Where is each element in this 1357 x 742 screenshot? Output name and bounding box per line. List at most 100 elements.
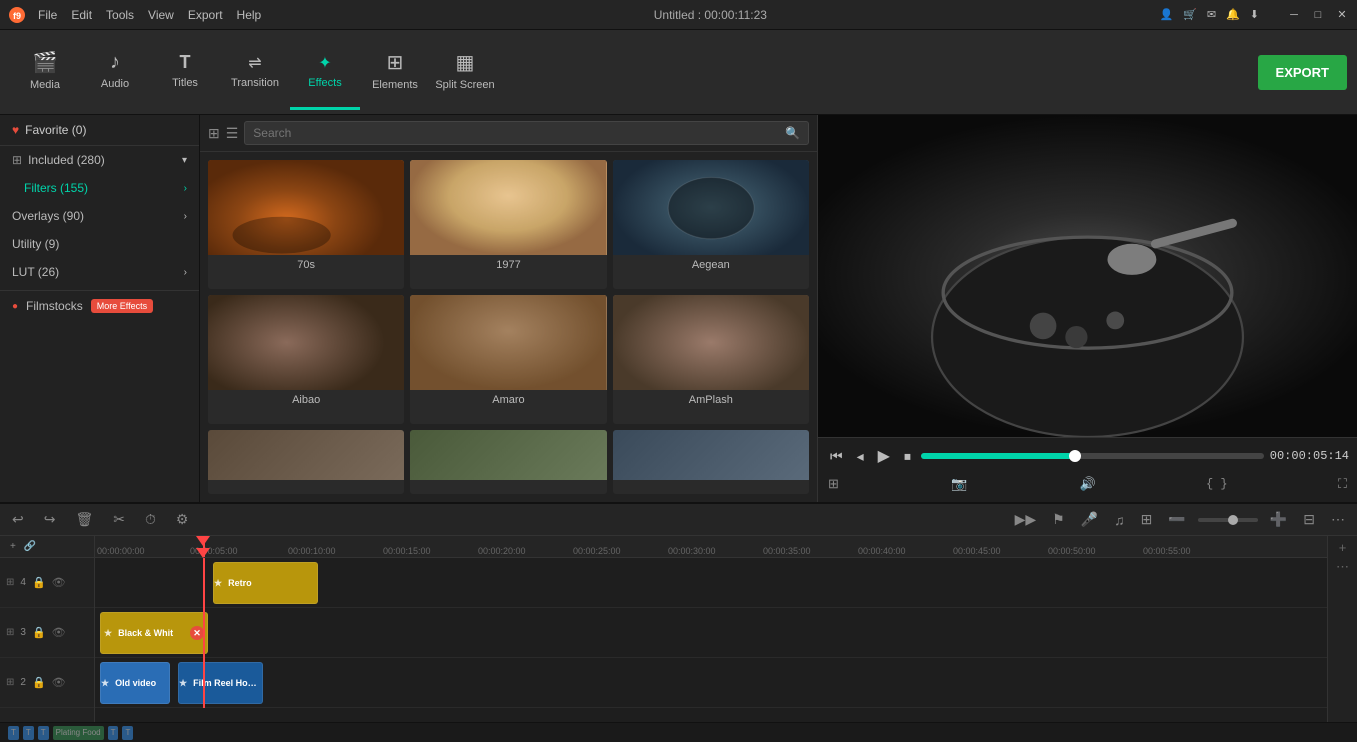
clip-filmreel[interactable]: ★ Film Reel Horiz... [178, 662, 263, 704]
preview-layout-button[interactable]: ⊞ [826, 474, 841, 494]
effect-card-amaro[interactable]: Amaro [410, 295, 606, 424]
stop-button[interactable]: ⏹ [900, 446, 915, 467]
strip-clip-t3[interactable]: T [38, 726, 49, 740]
grid-view-icon[interactable]: ⊞ [208, 125, 220, 142]
strip-clip-t5[interactable]: T [122, 726, 133, 740]
heart-icon: ♥ [12, 123, 19, 137]
timeline-main[interactable]: 00:00:00:00 00:00:05:00 00:00:10:00 00:0… [95, 536, 1327, 722]
clip-delete-button[interactable]: ✕ [190, 626, 204, 640]
clip-retro[interactable]: ★ Retro [213, 562, 318, 604]
toolbar-media[interactable]: 🎬 Media [10, 35, 80, 110]
menu-view[interactable]: View [148, 8, 174, 22]
minus-button[interactable]: ➖ [1164, 509, 1189, 530]
menu-edit[interactable]: Edit [71, 8, 92, 22]
redo-button[interactable]: ↪ [40, 509, 60, 530]
track-3-eye[interactable]: 👁 [52, 626, 66, 639]
effect-card-aibao[interactable]: Aibao [208, 295, 404, 424]
track-4-eye[interactable]: 👁 [52, 576, 66, 589]
screenshot-button[interactable]: 📷 [949, 474, 969, 494]
cut-button[interactable]: ✂ [109, 509, 129, 530]
effect-card-partial3[interactable] [613, 430, 809, 494]
menu-view-icon[interactable]: ☰ [226, 125, 239, 142]
chevron-right-icon2: › [184, 211, 187, 222]
track-2-eye[interactable]: 👁 [52, 676, 66, 689]
speed-button[interactable]: ▶▶ [1011, 509, 1041, 530]
export-button[interactable]: EXPORT [1258, 55, 1347, 90]
download-icon[interactable]: ⬇ [1250, 8, 1259, 21]
more-options-button[interactable]: ⋯ [1327, 509, 1349, 530]
menu-export[interactable]: Export [188, 8, 223, 22]
more-effects-badge[interactable]: More Effects [91, 299, 153, 313]
toolbar-audio[interactable]: ♪ Audio [80, 35, 150, 110]
clip-bw[interactable]: ★ Black & Whit ✕ [100, 612, 208, 654]
menu-file[interactable]: File [38, 8, 57, 22]
settings-button[interactable]: ⚙ [172, 509, 193, 530]
volume-button[interactable]: 🔊 [1078, 474, 1098, 494]
effect-thumb-1977 [410, 160, 606, 255]
category-overlays[interactable]: Overlays (90) › [0, 202, 199, 230]
category-filters[interactable]: Filters (155) › [0, 174, 199, 202]
play-button[interactable]: ▶ [874, 444, 894, 468]
close-button[interactable]: ✕ [1335, 8, 1349, 22]
strip-clip-t2[interactable]: T [23, 726, 34, 740]
strip-clip-t4[interactable]: T [108, 726, 119, 740]
titlebar-menus: File Edit Tools View Export Help [38, 8, 261, 22]
timeline-right-btn2[interactable]: ⋯ [1336, 559, 1349, 575]
effect-card-1977[interactable]: 1977 [410, 160, 606, 289]
effect-card-aegean[interactable]: Aegean [613, 160, 809, 289]
category-lut[interactable]: LUT (26) › [0, 258, 199, 286]
minimize-button[interactable]: ─ [1287, 8, 1301, 22]
track-4-lock[interactable]: 🔒 [32, 576, 46, 589]
track-label-2: ⊞ 2 🔒 👁 [0, 658, 94, 708]
effect-card-partial1[interactable] [208, 430, 404, 494]
cart-icon[interactable]: 🛒 [1183, 8, 1197, 21]
zoom-slider[interactable] [1198, 518, 1258, 522]
marker-button[interactable]: ⚑ [1048, 509, 1069, 530]
clip-old-video[interactable]: ★ Old video [100, 662, 170, 704]
filmstock-section[interactable]: ● Filmstocks More Effects [0, 290, 199, 321]
go-to-start-button[interactable]: ⏮ [826, 446, 847, 467]
fullscreen-button[interactable]: ⛶ [1336, 474, 1349, 494]
track-num-2: ⊞ [6, 677, 14, 688]
effect-card-partial2[interactable] [410, 430, 606, 494]
music-button[interactable]: ♫ [1110, 510, 1129, 530]
menu-help[interactable]: Help [237, 8, 262, 22]
progress-handle[interactable] [1069, 450, 1081, 462]
toolbar-effects[interactable]: ✦ Effects [290, 35, 360, 110]
effect-card-70s[interactable]: 70s [208, 160, 404, 289]
search-input[interactable] [253, 126, 781, 140]
timer-button[interactable]: ⏱ [141, 509, 160, 530]
bell-icon[interactable]: 🔔 [1226, 8, 1240, 21]
strip-clip-plating[interactable]: Plating Food [53, 726, 104, 740]
layout-toggle-button[interactable]: ⊟ [1299, 509, 1319, 530]
track-num-4: ⊞ [6, 577, 14, 588]
user-icon[interactable]: 👤 [1159, 8, 1173, 21]
toolbar-titles[interactable]: T Titles [150, 35, 220, 110]
envelope-icon[interactable]: ✉ [1207, 8, 1216, 21]
add-track-button[interactable]: + [6, 539, 20, 554]
pip-button[interactable]: ⊞ [1137, 509, 1157, 530]
undo-button[interactable]: ↩ [8, 509, 28, 530]
strip-clip-t1[interactable]: T [8, 726, 19, 740]
maximize-button[interactable]: □ [1311, 8, 1325, 22]
toolbar-elements[interactable]: ⊞ Elements [360, 35, 430, 110]
progress-bar[interactable] [921, 453, 1264, 459]
transition-icon: ⇌ [248, 53, 261, 73]
delete-button[interactable]: 🗑 [71, 509, 97, 530]
timeline-right-btn1[interactable]: + [1339, 540, 1347, 555]
track-3-lock[interactable]: 🔒 [32, 626, 46, 639]
step-back-button[interactable]: ◂ [853, 446, 868, 467]
favorite-section[interactable]: ♥ Favorite (0) [0, 115, 199, 146]
mic-button[interactable]: 🎤 [1077, 509, 1102, 530]
category-utility[interactable]: Utility (9) [0, 230, 199, 258]
menu-tools[interactable]: Tools [106, 8, 134, 22]
toolbar-transition[interactable]: ⇌ Transition [220, 35, 290, 110]
effect-name-amplash: AmPlash [613, 390, 809, 410]
plus-button[interactable]: ➕ [1266, 509, 1291, 530]
link-button[interactable]: 🔗 [20, 539, 40, 554]
category-included[interactable]: ⊞ Included (280) ▾ [0, 146, 199, 174]
effect-card-amplash[interactable]: AmPlash [613, 295, 809, 424]
track-2-lock[interactable]: 🔒 [32, 676, 46, 689]
toolbar-splitscreen[interactable]: ▦ Split Screen [430, 35, 500, 110]
timeline-toolbar-right: ▶▶ ⚑ 🎤 ♫ ⊞ ➖ ➕ ⊟ ⋯ [1011, 509, 1349, 530]
